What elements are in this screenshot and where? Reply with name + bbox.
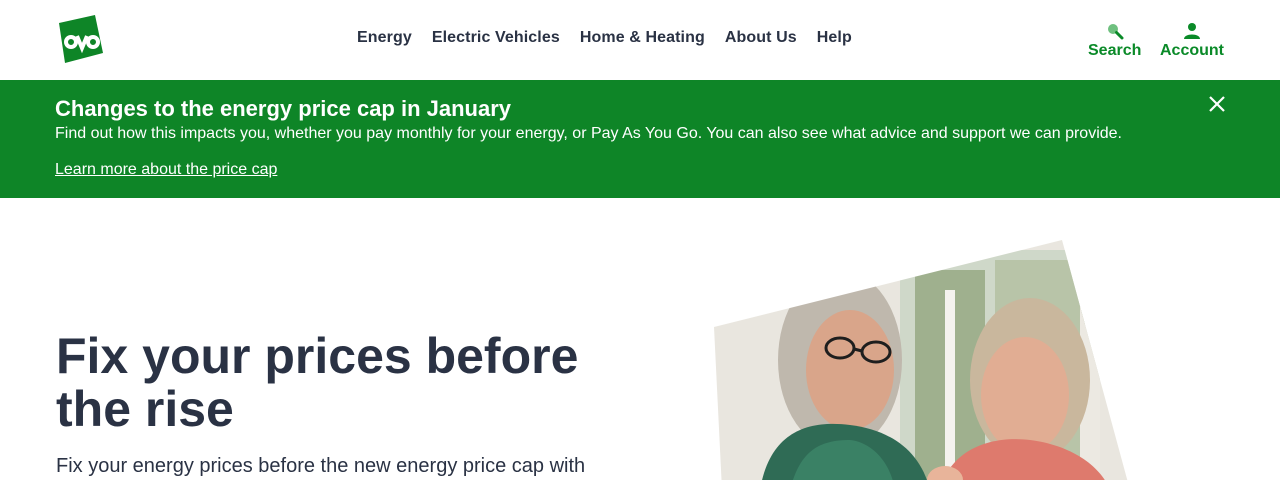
account-icon	[1184, 23, 1200, 39]
close-banner-button[interactable]	[1206, 93, 1228, 115]
main-nav: Energy Electric Vehicles Home & Heating …	[357, 29, 852, 47]
nav-energy[interactable]: Energy	[357, 29, 412, 47]
close-icon	[1209, 96, 1225, 112]
price-cap-banner: Changes to the energy price cap in Janua…	[0, 80, 1280, 198]
hero-title: Fix your prices before the rise	[56, 328, 579, 437]
nav-help[interactable]: Help	[817, 29, 852, 47]
search-label: Search	[1088, 42, 1142, 59]
hero-photo	[700, 230, 1160, 480]
hero-subtitle: Fix your energy prices before the new en…	[56, 455, 586, 477]
site-header: Energy Electric Vehicles Home & Heating …	[0, 0, 1280, 80]
search-button[interactable]: Search	[1088, 22, 1141, 60]
nav-about-us[interactable]: About Us	[725, 29, 797, 47]
ovo-logo[interactable]	[55, 15, 105, 65]
banner-title: Changes to the energy price cap in Janua…	[55, 96, 512, 121]
account-label: Account	[1160, 42, 1224, 59]
search-icon	[1107, 24, 1124, 40]
nav-home-heating[interactable]: Home & Heating	[580, 29, 705, 47]
price-cap-link[interactable]: Learn more about the price cap	[55, 161, 277, 179]
account-button[interactable]: Account	[1160, 22, 1224, 60]
nav-electric-vehicles[interactable]: Electric Vehicles	[432, 29, 560, 47]
banner-text: Find out how this impacts you, whether y…	[55, 125, 1122, 142]
